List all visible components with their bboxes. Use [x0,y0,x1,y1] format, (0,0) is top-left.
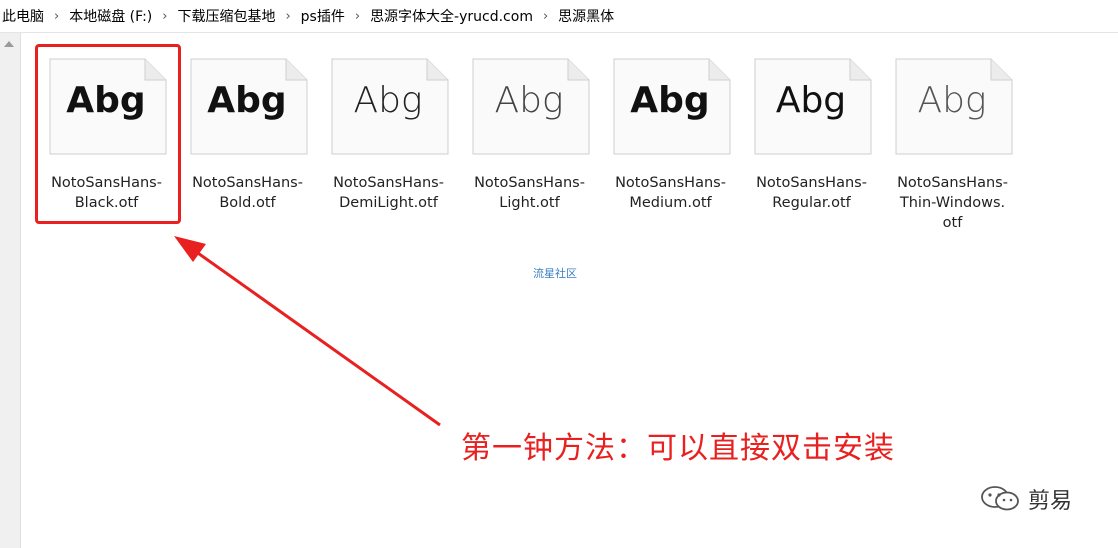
brand-watermark: 剪易 [980,483,1072,515]
wechat-icon [981,486,1019,511]
annotation-text: 第一钟方法：可以直接双击安装 [461,431,895,466]
brand-name: 剪易 [1028,489,1073,514]
